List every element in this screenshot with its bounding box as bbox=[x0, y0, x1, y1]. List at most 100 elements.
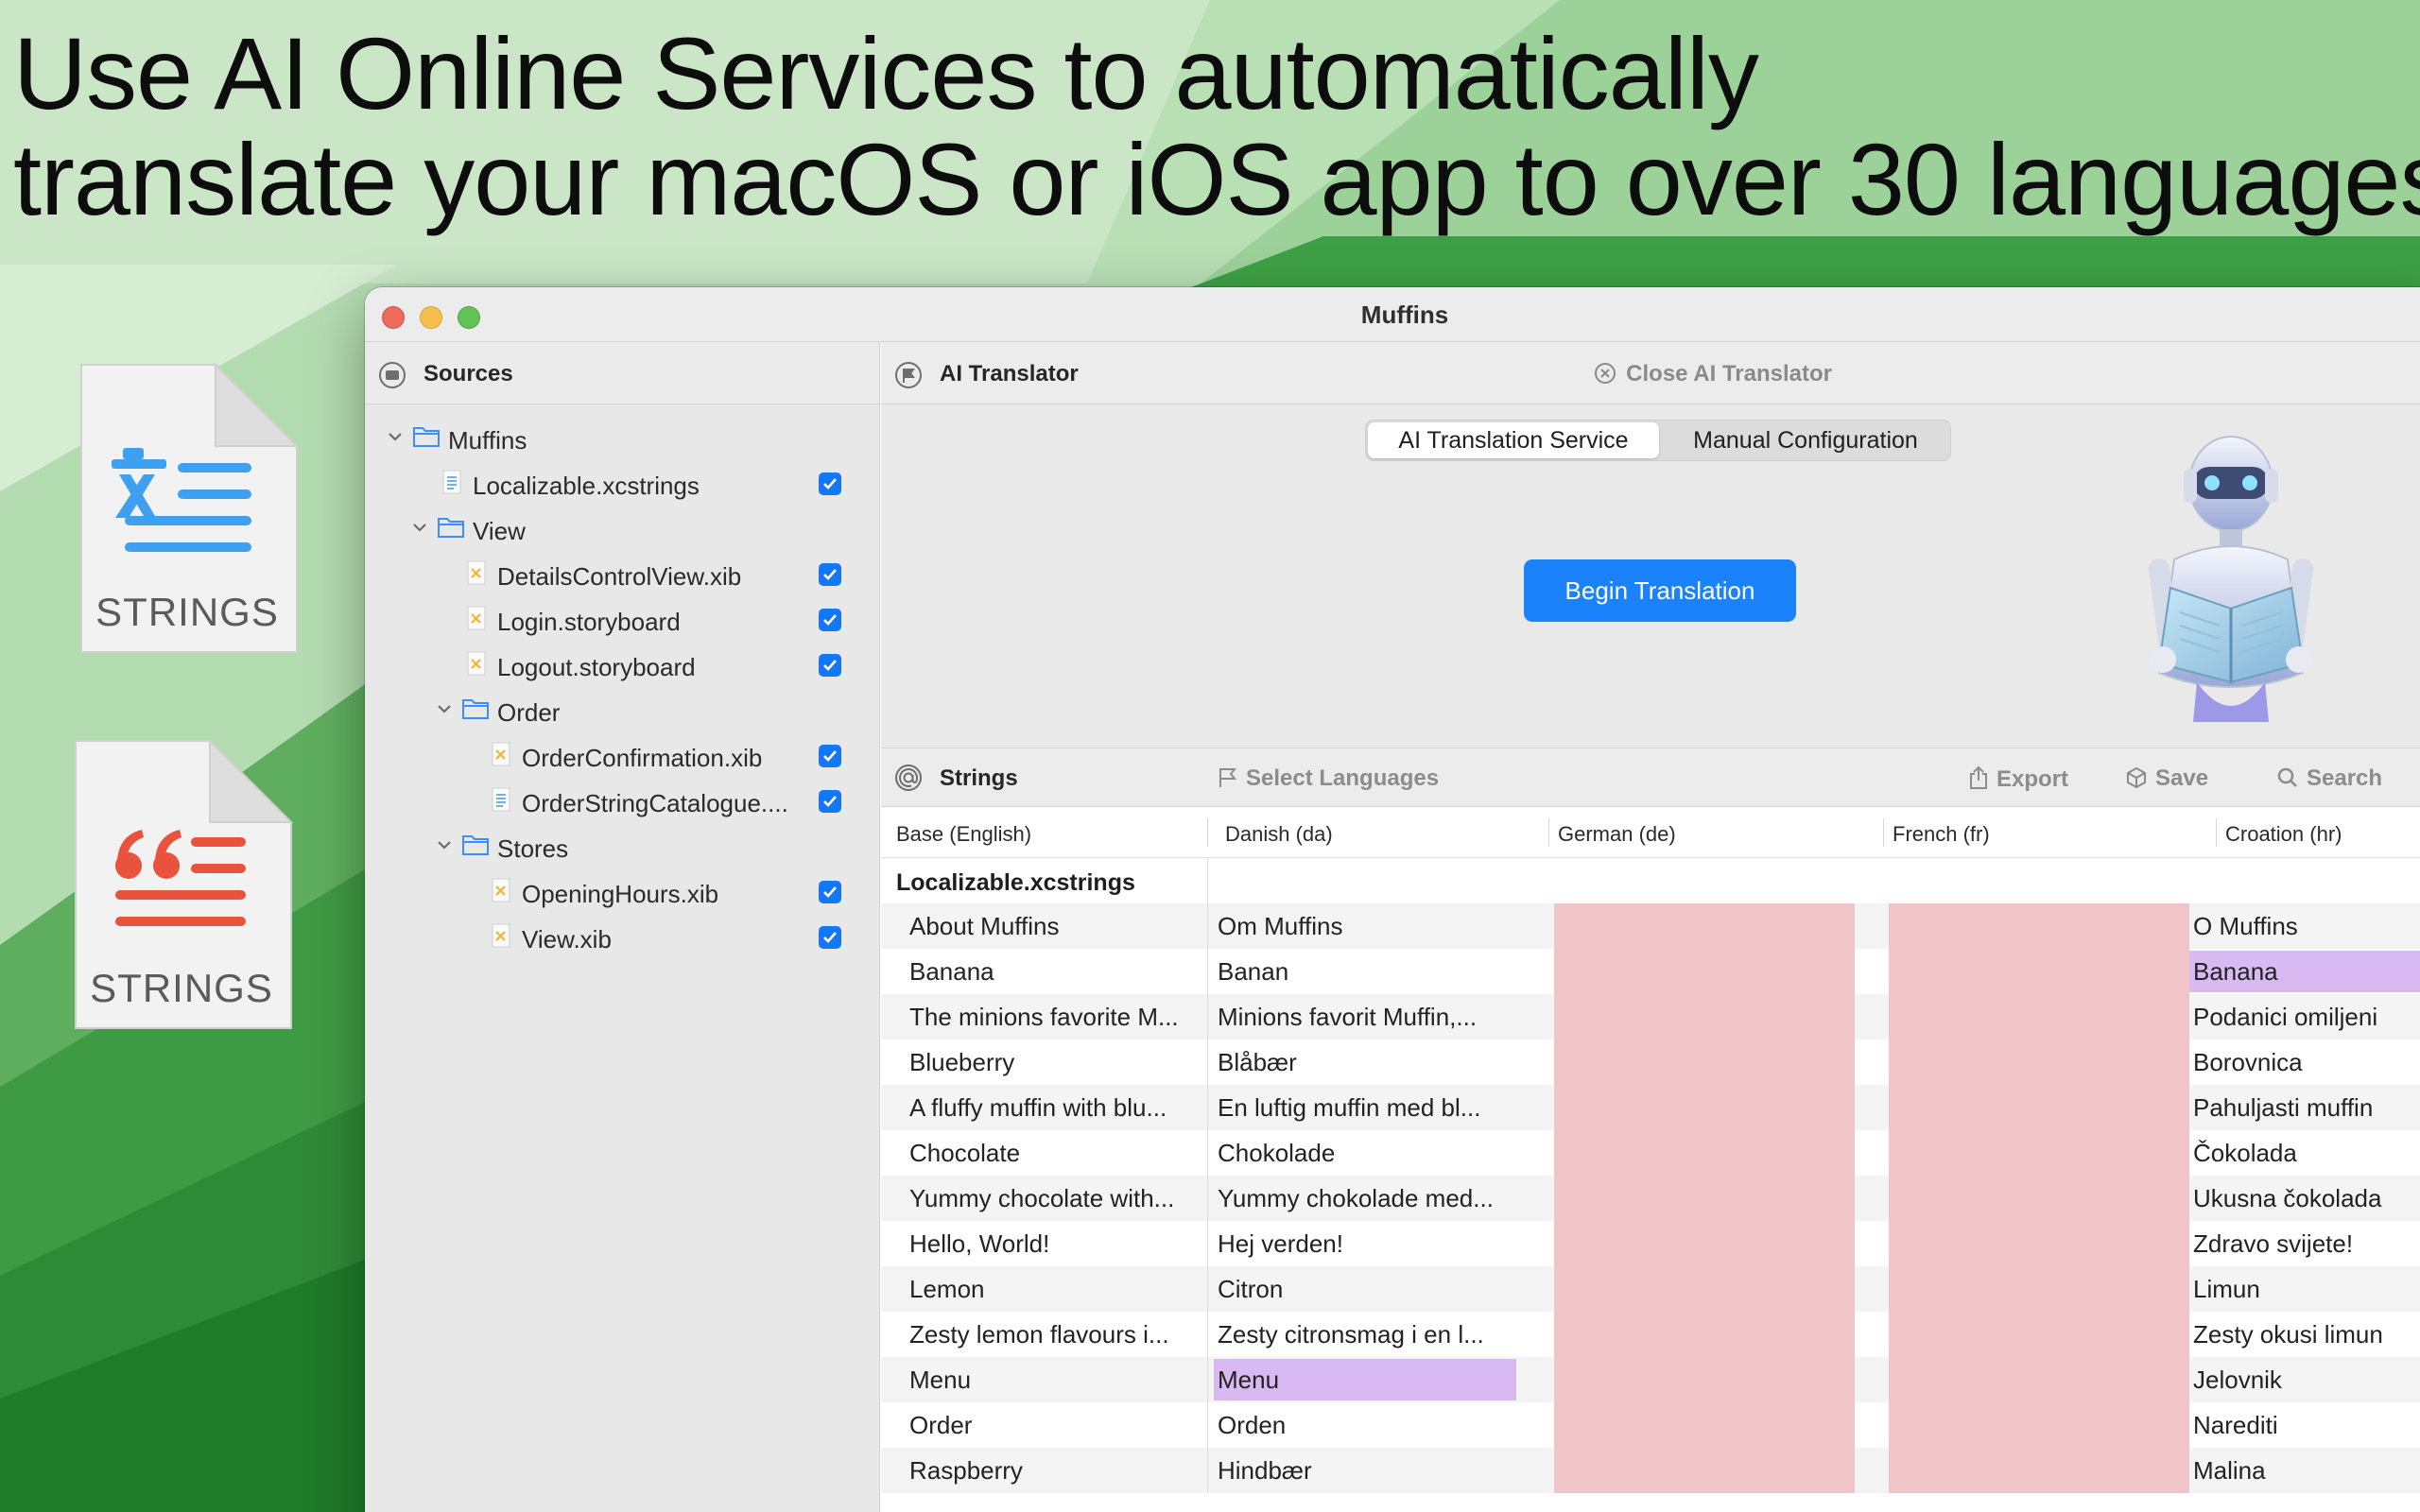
missing-translation-cell-de[interactable] bbox=[1554, 949, 1855, 994]
missing-translation-cell-fr[interactable] bbox=[1889, 1312, 2189, 1357]
sidebar-file-row[interactable]: Logout.storyboard bbox=[365, 643, 880, 688]
column-header-french[interactable]: French (fr) bbox=[1893, 822, 1990, 847]
missing-translation-cell-fr[interactable] bbox=[1889, 1402, 2189, 1448]
missing-translation-cell-de[interactable] bbox=[1554, 1221, 1855, 1266]
missing-translation-cell-de[interactable] bbox=[1554, 1040, 1855, 1085]
missing-translation-cell-fr[interactable] bbox=[1889, 1221, 2189, 1266]
missing-translation-cell-de[interactable] bbox=[1554, 1448, 1855, 1493]
cell-danish[interactable]: Hej verden! bbox=[1218, 1221, 1539, 1266]
cell-danish[interactable]: Zesty citronsmag i en l... bbox=[1218, 1312, 1539, 1357]
sidebar-folder-row[interactable]: Order bbox=[365, 688, 880, 733]
save-button[interactable]: Save bbox=[2125, 765, 2208, 792]
cell-croatian[interactable]: Borovnica bbox=[2193, 1040, 2420, 1085]
cell-croatian[interactable]: Ukusna čokolada bbox=[2193, 1176, 2420, 1221]
chevron-down-icon[interactable] bbox=[435, 699, 454, 718]
close-ai-translator-button[interactable]: Close AI Translator bbox=[1594, 361, 1832, 387]
cell-base[interactable]: Hello, World! bbox=[909, 1221, 1198, 1266]
cell-croatian[interactable]: Pahuljasti muffin bbox=[2193, 1085, 2420, 1130]
include-checkbox[interactable] bbox=[819, 472, 841, 495]
cell-base[interactable]: Yummy chocolate with... bbox=[909, 1176, 1198, 1221]
column-divider[interactable] bbox=[1883, 818, 1884, 847]
sidebar-file-row[interactable]: Localizable.xcstrings bbox=[365, 461, 880, 507]
table-row[interactable]: Lemon Citron Limun bbox=[881, 1266, 2420, 1312]
tab-ai-translation-service[interactable]: AI Translation Service bbox=[1368, 422, 1659, 458]
cell-danish[interactable]: Orden bbox=[1218, 1402, 1539, 1448]
select-languages-button[interactable]: Select Languages bbox=[1218, 765, 1439, 792]
include-checkbox[interactable] bbox=[819, 790, 841, 813]
cell-croatian[interactable]: Limun bbox=[2193, 1266, 2420, 1312]
cell-base[interactable]: Menu bbox=[909, 1357, 1198, 1402]
cell-danish[interactable]: Minions favorit Muffin,... bbox=[1218, 994, 1539, 1040]
table-row[interactable]: Raspberry Hindbær Malina bbox=[881, 1448, 2420, 1493]
include-checkbox[interactable] bbox=[819, 926, 841, 949]
table-row[interactable]: Menu Menu Jelovnik bbox=[881, 1357, 2420, 1402]
cell-base[interactable]: About Muffins bbox=[909, 903, 1198, 949]
sidebar-file-row[interactable]: Login.storyboard bbox=[365, 597, 880, 643]
begin-translation-button[interactable]: Begin Translation bbox=[1524, 559, 1796, 622]
column-divider[interactable] bbox=[2216, 818, 2217, 847]
cell-croatian[interactable]: O Muffins bbox=[2193, 903, 2420, 949]
missing-translation-cell-fr[interactable] bbox=[1889, 1266, 2189, 1312]
cell-base[interactable]: Banana bbox=[909, 949, 1198, 994]
cell-danish[interactable]: Hindbær bbox=[1218, 1448, 1539, 1493]
cell-base[interactable]: Zesty lemon flavours i... bbox=[909, 1312, 1198, 1357]
missing-translation-cell-fr[interactable] bbox=[1889, 1040, 2189, 1085]
missing-translation-cell-fr[interactable] bbox=[1889, 1448, 2189, 1493]
missing-translation-cell-de[interactable] bbox=[1554, 1266, 1855, 1312]
missing-translation-cell-de[interactable] bbox=[1554, 1312, 1855, 1357]
cell-base[interactable]: Lemon bbox=[909, 1266, 1198, 1312]
table-row[interactable]: A fluffy muffin with blu... En luftig muf… bbox=[881, 1085, 2420, 1130]
column-divider[interactable] bbox=[1548, 818, 1549, 847]
cell-danish[interactable]: Yummy chokolade med... bbox=[1218, 1176, 1539, 1221]
missing-translation-cell-fr[interactable] bbox=[1889, 1085, 2189, 1130]
include-checkbox[interactable] bbox=[819, 563, 841, 586]
cell-danish[interactable]: Blåbær bbox=[1218, 1040, 1539, 1085]
cell-danish[interactable]: Citron bbox=[1218, 1266, 1539, 1312]
missing-translation-cell-fr[interactable] bbox=[1889, 1357, 2189, 1402]
missing-translation-cell-fr[interactable] bbox=[1889, 1176, 2189, 1221]
missing-translation-cell-de[interactable] bbox=[1554, 1176, 1855, 1221]
cell-croatian[interactable]: Zesty okusi limun bbox=[2193, 1312, 2420, 1357]
sidebar-file-row[interactable]: OrderStringCatalogue.... bbox=[365, 779, 880, 824]
column-header-base[interactable]: Base (English) bbox=[896, 822, 1031, 847]
cell-base[interactable]: Blueberry bbox=[909, 1040, 1198, 1085]
table-row[interactable]: Zesty lemon flavours i... Zesty citronsma… bbox=[881, 1312, 2420, 1357]
missing-translation-cell-de[interactable] bbox=[1554, 1357, 1855, 1402]
sidebar-file-row[interactable]: View.xib bbox=[365, 915, 880, 960]
cell-base[interactable]: A fluffy muffin with blu... bbox=[909, 1085, 1198, 1130]
missing-translation-cell-fr[interactable] bbox=[1889, 903, 2189, 949]
sidebar-file-row[interactable]: OrderConfirmation.xib bbox=[365, 733, 880, 779]
table-row[interactable]: The minions favorite M... Minions favorit… bbox=[881, 994, 2420, 1040]
sidebar-folder-row[interactable]: Stores bbox=[365, 824, 880, 869]
cell-danish[interactable]: Om Muffins bbox=[1218, 903, 1539, 949]
cell-croatian[interactable]: Jelovnik bbox=[2193, 1357, 2420, 1402]
chevron-down-icon[interactable] bbox=[386, 427, 405, 446]
sidebar-folder-row[interactable]: View bbox=[365, 507, 880, 552]
cell-croatian[interactable]: Malina bbox=[2193, 1448, 2420, 1493]
missing-translation-cell-de[interactable] bbox=[1554, 1085, 1855, 1130]
table-row[interactable]: Blueberry Blåbær Borovnica bbox=[881, 1040, 2420, 1085]
include-checkbox[interactable] bbox=[819, 745, 841, 767]
missing-translation-cell-de[interactable] bbox=[1554, 1402, 1855, 1448]
missing-translation-cell-fr[interactable] bbox=[1889, 1130, 2189, 1176]
missing-translation-cell-de[interactable] bbox=[1554, 903, 1855, 949]
export-button[interactable]: Export bbox=[1968, 765, 2068, 793]
cell-danish[interactable]: Chokolade bbox=[1218, 1130, 1539, 1176]
column-header-danish[interactable]: Danish (da) bbox=[1225, 822, 1333, 847]
sidebar-file-row[interactable]: DetailsControlView.xib bbox=[365, 552, 880, 597]
chevron-down-icon[interactable] bbox=[435, 835, 454, 854]
chevron-down-icon[interactable] bbox=[410, 518, 429, 537]
include-checkbox[interactable] bbox=[819, 654, 841, 677]
column-divider[interactable] bbox=[1207, 818, 1208, 847]
table-row[interactable]: Hello, World! Hej verden! Zdravo svijete! bbox=[881, 1221, 2420, 1266]
cell-croatian[interactable]: Čokolada bbox=[2193, 1130, 2420, 1176]
table-row[interactable]: Chocolate Chokolade Čokolada bbox=[881, 1130, 2420, 1176]
table-row[interactable]: Banana Banan Banana bbox=[881, 949, 2420, 994]
cell-danish[interactable]: En luftig muffin med bl... bbox=[1218, 1085, 1539, 1130]
include-checkbox[interactable] bbox=[819, 881, 841, 903]
cell-base[interactable]: Order bbox=[909, 1402, 1198, 1448]
missing-translation-cell-de[interactable] bbox=[1554, 1130, 1855, 1176]
sidebar-file-row[interactable]: OpeningHours.xib bbox=[365, 869, 880, 915]
cell-base[interactable]: The minions favorite M... bbox=[909, 994, 1198, 1040]
cell-base[interactable]: Chocolate bbox=[909, 1130, 1198, 1176]
